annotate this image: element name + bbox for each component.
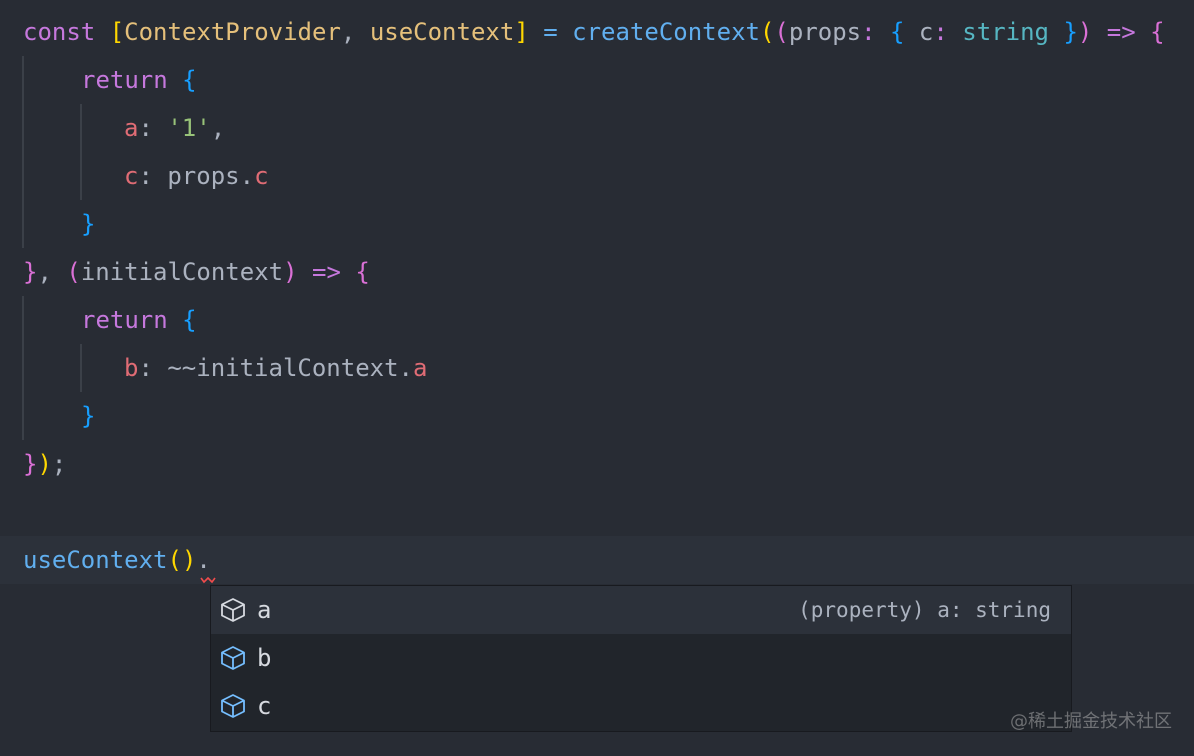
indent-guide [22, 296, 24, 440]
bracket: ) [181, 546, 197, 574]
suggestion-label: a [257, 596, 272, 624]
param-props: props [788, 18, 862, 46]
bracket: ) [1077, 18, 1093, 46]
string-literal: '1' [167, 114, 211, 142]
bracket: } [1049, 18, 1078, 46]
bracket: } [23, 450, 38, 478]
object-key-b: b [124, 354, 139, 382]
bracket: ( [759, 18, 775, 46]
type-key-c: c [904, 18, 934, 46]
member-access-dot: . [196, 546, 211, 574]
code-line-10[interactable]: }); [23, 440, 66, 488]
expression-initial-context: ~~initialContext. [167, 354, 413, 382]
indent-guide [22, 56, 24, 248]
code-line-9[interactable]: } [81, 392, 95, 440]
code-line-12[interactable]: useContext(). [23, 536, 211, 584]
cube-icon [221, 598, 245, 622]
keyword-const: const [23, 18, 96, 46]
suggestion-item-b[interactable]: b [211, 634, 1071, 682]
keyword-return: return [81, 66, 168, 94]
suggestion-label: c [257, 692, 272, 720]
object-key-c: c [124, 162, 139, 190]
props-reference: props. [167, 162, 255, 190]
identifier-context-provider: ContextProvider [124, 18, 341, 46]
watermark: @稀土掘金技术社区 [1010, 711, 1172, 732]
cube-icon [221, 694, 245, 718]
operator-equals: = [528, 18, 573, 46]
function-create-context: createContext [572, 18, 760, 46]
bracket: [ [109, 18, 125, 46]
arrow-operator: => [297, 258, 341, 286]
suggestion-item-a[interactable]: a (property) a: string [211, 586, 1071, 634]
bracket: ( [66, 258, 81, 286]
property-access-c: c [254, 162, 269, 190]
colon: : [933, 18, 963, 46]
code-line-7[interactable]: return { [81, 296, 197, 344]
colon: : [138, 162, 168, 190]
code-line-4[interactable]: c: props.c [124, 152, 269, 200]
error-squiggle-icon [200, 576, 216, 584]
code-editor[interactable]: const [ContextProvider, useContext] = cr… [0, 0, 1194, 756]
code-line-3[interactable]: a: '1', [124, 104, 225, 152]
code-line-6[interactable]: }, (initialContext) => { [23, 248, 370, 296]
identifier-use-context: useContext [369, 18, 515, 46]
code-line-2[interactable]: return { [81, 56, 197, 104]
colon: : [861, 18, 891, 46]
colon: : [138, 354, 168, 382]
bracket: } [81, 210, 96, 238]
colon: : [138, 114, 168, 142]
suggestion-widget[interactable]: a (property) a: string b c [210, 585, 1072, 732]
comma: , [340, 18, 370, 46]
property-access-a: a [413, 354, 428, 382]
code-line-1[interactable]: const [ContextProvider, useContext] = cr… [23, 8, 1165, 56]
suggestion-detail: (property) a: string [798, 598, 1051, 622]
arrow-operator: => [1092, 18, 1136, 46]
indent-guide [80, 344, 82, 392]
bracket: { [890, 18, 905, 46]
comma: , [210, 114, 226, 142]
bracket: { [340, 258, 370, 286]
bracket: ( [167, 546, 182, 574]
bracket: } [81, 402, 96, 430]
keyword-return: return [81, 306, 168, 334]
bracket: ) [37, 450, 52, 478]
code-line-8[interactable]: b: ~~initialContext.a [124, 344, 427, 392]
param-initial-context: initialContext [80, 258, 284, 286]
bracket: ) [283, 258, 298, 286]
function-use-context: useContext [23, 546, 168, 574]
bracket: ] [514, 18, 529, 46]
code-line-5[interactable]: } [81, 200, 95, 248]
suggestion-label: b [257, 644, 272, 672]
bracket: } [23, 258, 38, 286]
bracket: ( [774, 18, 789, 46]
type-string: string [962, 18, 1049, 46]
comma: , [37, 258, 67, 286]
object-key-a: a [124, 114, 139, 142]
cube-icon [221, 646, 245, 670]
semicolon: ; [51, 450, 67, 478]
bracket: { [167, 306, 197, 334]
bracket: { [167, 66, 197, 94]
suggestion-item-c[interactable]: c [211, 682, 1071, 730]
bracket: { [1135, 18, 1165, 46]
indent-guide [80, 104, 82, 200]
